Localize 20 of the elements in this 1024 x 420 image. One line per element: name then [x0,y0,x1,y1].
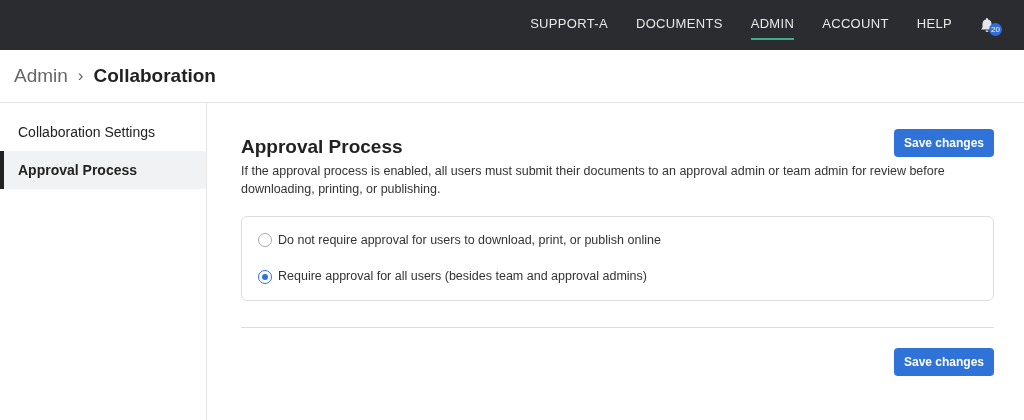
save-button[interactable]: Save changes [894,129,994,157]
section-title: Approval Process [241,135,403,159]
breadcrumb-separator: › [77,65,84,88]
notification-badge: 20 [989,23,1002,36]
nav-link[interactable]: ADMIN [750,10,795,40]
notification-button[interactable]: 20 [980,14,1002,36]
sidebar-item[interactable]: Collaboration Settings [0,113,206,151]
save-button[interactable]: Save changes [894,348,994,376]
nav-link[interactable]: HELP [916,10,952,40]
nav-link[interactable]: ACCOUNT [822,10,889,40]
nav-link[interactable]: SUPPORT-A [530,10,608,40]
radio-button[interactable] [258,232,272,247]
radio-button[interactable] [258,269,272,284]
nav-link[interactable]: DOCUMENTS [635,10,723,40]
section-description: If the approval process is enabled, all users must submit their documents to an approval admin or team admin for review before downloading, printing, or publishing. [241,162,946,198]
radio-label: Do not require approval for users to download, print, or publish online [278,231,661,249]
breadcrumb-link[interactable]: Admin [14,61,68,91]
page-title: Collaboration [93,63,216,88]
sidebar-item[interactable]: Approval Process [0,151,206,189]
radio-label: Require approval for all users (besides team and approval admins) [278,268,647,286]
